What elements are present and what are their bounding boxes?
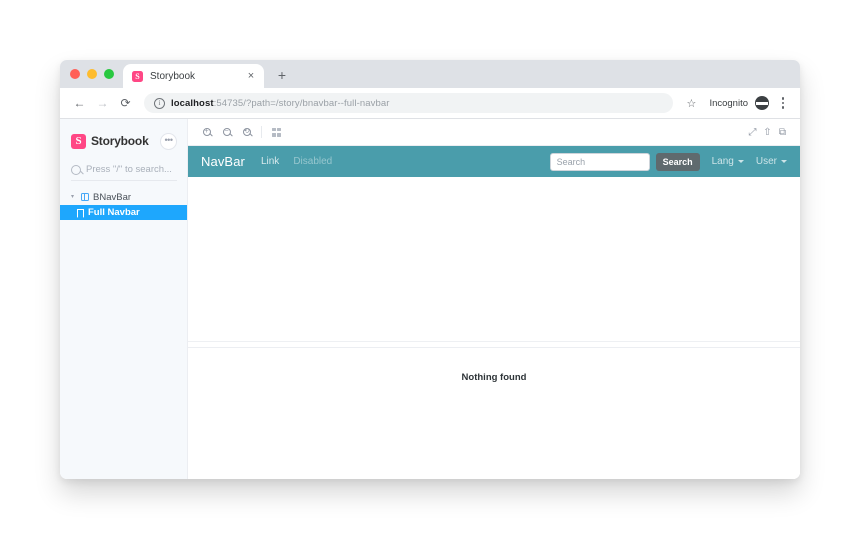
navbar-search-placeholder: Search xyxy=(556,156,586,167)
browser-window: S Storybook × + ← → ⟳ i localhost:54735/… xyxy=(60,60,800,479)
storybook-sidebar: S Storybook ••• Press "/" to search... ▾… xyxy=(60,119,188,479)
reload-icon[interactable]: ⟳ xyxy=(115,93,136,114)
zoom-in-button[interactable]: + xyxy=(199,125,214,140)
navbar-link[interactable]: Link xyxy=(261,156,279,167)
incognito-avatar-icon[interactable] xyxy=(755,96,769,110)
zoom-reset-label: ⟲ xyxy=(243,128,250,135)
incognito-label: Incognito xyxy=(709,97,748,109)
url-text: localhost:54735/?path=/story/bnavbar--fu… xyxy=(171,98,390,109)
story-bookmark-icon xyxy=(77,208,84,217)
storybook-favicon-icon: S xyxy=(132,70,143,82)
zoom-controls: + − ⟲ xyxy=(199,125,254,140)
sidebar-search-placeholder: Press "/" to search... xyxy=(86,164,172,175)
navbar-search-input[interactable]: Search xyxy=(549,152,650,171)
window-traffic-lights xyxy=(68,60,123,88)
sidebar-menu-button[interactable]: ••• xyxy=(160,132,177,150)
navbar-search-button[interactable]: Search xyxy=(655,152,700,171)
close-icon[interactable]: × xyxy=(245,70,257,82)
chevron-down-icon xyxy=(737,160,744,163)
back-icon[interactable]: ← xyxy=(69,93,90,114)
storybook-app: S Storybook ••• Press "/" to search... ▾… xyxy=(60,119,800,479)
storybook-main: + − ⟲ ⤢ ⇧ ⧉ NavBar Link Disabled Search … xyxy=(188,119,800,479)
chevron-down-icon[interactable]: ▾ xyxy=(71,194,77,200)
story-iframe: NavBar Link Disabled Search Search Lang xyxy=(188,146,800,342)
navbar-brand[interactable]: NavBar xyxy=(201,154,245,169)
sidebar-item-bnavbar[interactable]: ▾ BNavBar xyxy=(65,190,184,204)
storybook-toolbar: + − ⟲ ⤢ ⇧ ⧉ xyxy=(188,119,800,146)
zoom-out-button[interactable]: − xyxy=(219,125,234,140)
storybook-logo-icon: S xyxy=(71,133,86,149)
story-navbar: NavBar Link Disabled Search Search Lang xyxy=(188,146,800,177)
zoom-reset-button[interactable]: ⟲ xyxy=(239,125,254,140)
zoom-in-label: + xyxy=(204,128,209,135)
storybook-preview: NavBar Link Disabled Search Search Lang xyxy=(188,146,800,479)
forward-icon: → xyxy=(96,96,109,110)
storybook-addon-panel: Nothing found xyxy=(188,347,800,479)
nothing-found-message: Nothing found xyxy=(461,372,527,383)
share-icon[interactable]: ⇧ xyxy=(760,125,775,140)
window-minimize-button[interactable] xyxy=(87,69,97,79)
navbar-dropdown-label: User xyxy=(755,156,777,167)
browser-menu-icon[interactable] xyxy=(775,97,791,109)
window-close-button[interactable] xyxy=(70,69,80,79)
storybook-brand-name: Storybook xyxy=(91,134,149,148)
url-path: :54735/?path=/story/bnavbar--full-navbar xyxy=(213,97,390,109)
url-input[interactable]: i localhost:54735/?path=/story/bnavbar--… xyxy=(144,93,674,113)
browser-tab-title: Storybook xyxy=(150,70,196,82)
sidebar-item-label: BNavBar xyxy=(93,191,132,203)
sidebar-search-input[interactable]: Press "/" to search... xyxy=(71,164,177,181)
grid-icon xyxy=(272,127,281,137)
navbar-dropdown-label: Lang xyxy=(711,156,734,167)
search-icon xyxy=(71,164,81,175)
storybook-brand[interactable]: S Storybook ••• xyxy=(71,131,177,151)
background-grid-button[interactable] xyxy=(269,125,284,140)
copy-icon[interactable]: ⧉ xyxy=(775,125,790,140)
sidebar-item-full-navbar[interactable]: Full Navbar xyxy=(60,205,187,220)
new-tab-button[interactable]: + xyxy=(270,64,294,88)
browser-tab-strip: S Storybook × + xyxy=(60,60,800,88)
site-info-icon[interactable]: i xyxy=(154,97,165,109)
toolbar-divider xyxy=(261,126,262,138)
sidebar-item-label: Full Navbar xyxy=(88,207,140,218)
navbar-link-disabled: Disabled xyxy=(293,156,333,167)
navbar-dropdown-user[interactable]: User xyxy=(756,156,787,167)
fullscreen-button[interactable]: ⤢ xyxy=(745,125,760,140)
window-maximize-button[interactable] xyxy=(104,69,114,79)
component-icon xyxy=(81,193,89,201)
browser-tab[interactable]: S Storybook × xyxy=(123,64,264,88)
browser-address-bar: ← → ⟳ i localhost:54735/?path=/story/bna… xyxy=(60,88,800,119)
chevron-down-icon xyxy=(781,160,787,163)
zoom-out-label: − xyxy=(224,128,229,135)
url-host: localhost xyxy=(171,97,214,109)
bookmark-star-icon[interactable]: ☆ xyxy=(681,97,701,110)
navbar-dropdown-lang[interactable]: Lang xyxy=(712,156,744,167)
